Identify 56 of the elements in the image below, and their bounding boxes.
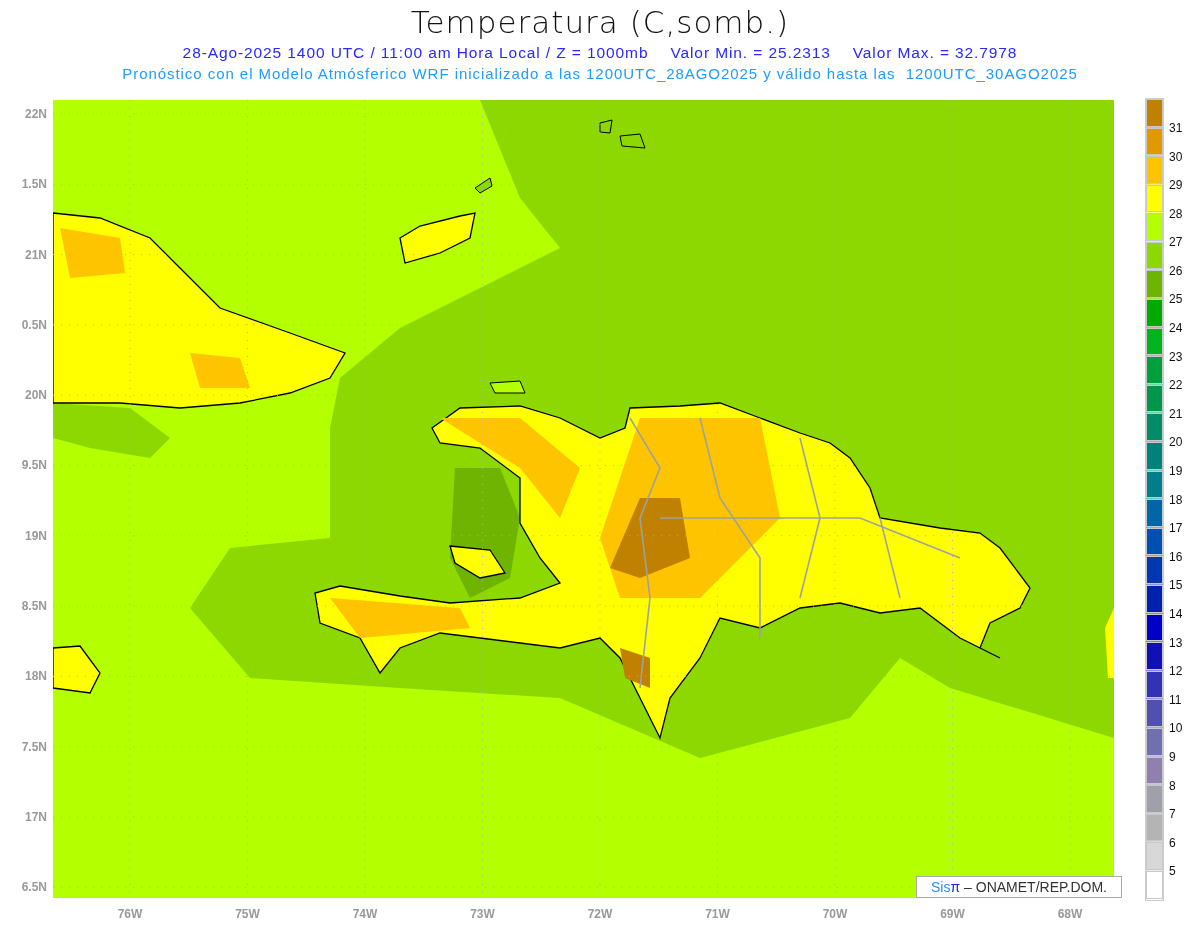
legend-label: 5	[1169, 863, 1177, 881]
axis-label: 18N	[25, 669, 47, 684]
axis-label: 22N	[25, 106, 47, 121]
axis-label: 0.5N	[21, 317, 47, 332]
axis-label: 17N	[25, 809, 47, 824]
axis-label: 70W	[822, 906, 848, 921]
legend-label: 12	[1169, 663, 1183, 681]
legend-label: 24	[1169, 320, 1183, 338]
date-label: 28-Ago-2025 1400 UTC / 11:00 am Hora Local / Z = 1000mb	[182, 43, 649, 63]
logo-text: Sis	[931, 878, 951, 895]
legend-label: 6	[1169, 834, 1177, 852]
axis-label: 20N	[25, 388, 47, 403]
axis-label: 7.5N	[21, 739, 47, 754]
chart-title: Temperatura (C,somb.)	[410, 3, 790, 42]
axis-label: 75W	[235, 906, 260, 921]
legend-label: 9	[1169, 749, 1177, 766]
axis-label: 68W	[1057, 906, 1083, 921]
axis-label: 72W	[587, 906, 613, 921]
legend-label: 26	[1169, 262, 1183, 280]
axis-label: 19N	[25, 528, 47, 543]
legend-label: 17	[1169, 520, 1183, 538]
axis-label: 1.5N	[21, 177, 47, 192]
legend-label: 8	[1169, 777, 1177, 795]
legend-label: 7	[1169, 806, 1177, 824]
legend-label: 28	[1169, 205, 1183, 223]
legend-label: 27	[1169, 234, 1183, 252]
legend-label: 10	[1169, 720, 1183, 738]
legend-label: 23	[1169, 348, 1183, 366]
legend-label: 21	[1169, 405, 1183, 423]
axis-label: 69W	[940, 906, 965, 921]
legend-label: 16	[1169, 548, 1183, 566]
axis-label: 9.5N	[21, 458, 47, 473]
axis-label: 74W	[352, 906, 378, 921]
credit-text: – ONAMET/REP.DOM.	[964, 878, 1107, 895]
legend-label: 18	[1169, 491, 1183, 509]
forecast-note: Pronóstico con el Modelo Atmósferico WRF inicializado a las 1200UTC_28AGO2025 y válido hasta las 1200UTC_30AGO2025	[122, 64, 1078, 84]
legend-label: 13	[1169, 634, 1183, 652]
axis-label: 76W	[117, 906, 143, 921]
axis-label: 21N	[25, 247, 47, 262]
legend-label: 31	[1169, 119, 1183, 137]
max-value-label: Valor Max. = 32.7978	[852, 43, 1018, 63]
legend-label: 29	[1169, 177, 1183, 195]
legend-label: 25	[1169, 291, 1183, 309]
logo-symbol: π	[950, 878, 961, 895]
axis-label: 6.5N	[21, 880, 47, 895]
legend-label: 30	[1169, 148, 1183, 166]
legend-label: 19	[1169, 463, 1183, 481]
axis-label: 8.5N	[21, 599, 47, 613]
legend-label: 14	[1169, 606, 1183, 623]
legend-label: 15	[1169, 577, 1183, 595]
axis-label: 71W	[705, 906, 730, 921]
min-value-label: Valor Min. = 25.2313	[670, 43, 831, 63]
legend-label: 20	[1169, 434, 1183, 452]
legend-label: 11	[1169, 691, 1183, 709]
axis-label: 73W	[470, 906, 495, 921]
legend-label: 22	[1169, 377, 1183, 395]
